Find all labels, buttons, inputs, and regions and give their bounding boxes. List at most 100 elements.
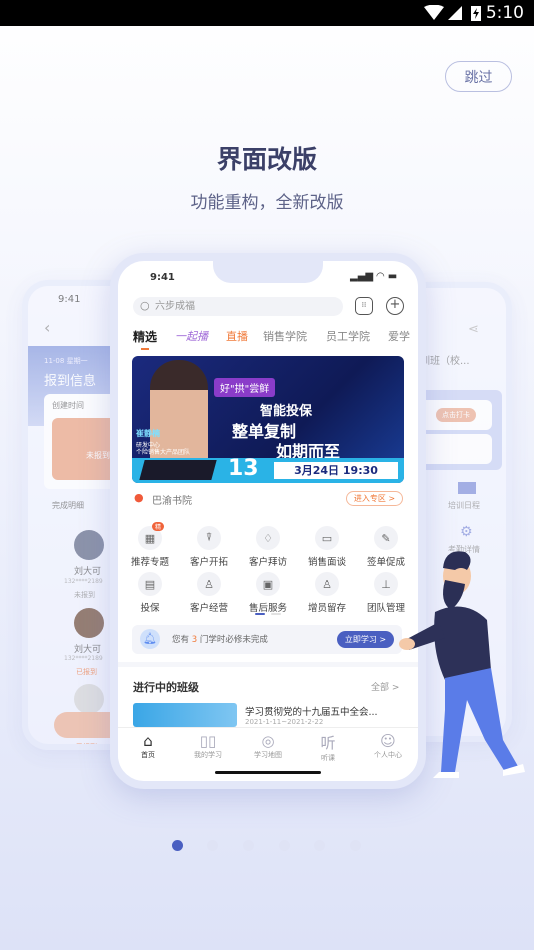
status-bar: 5:10 [0, 0, 534, 26]
search-input[interactable]: 六步成福 [133, 297, 343, 316]
scan-icon[interactable]: ⁞⁞ [355, 297, 373, 315]
wifi-signal-icon [424, 5, 462, 20]
section-divider [118, 662, 418, 667]
tab-bar-map[interactable]: ◎ 学习地图 [238, 732, 298, 760]
person-illustration [399, 551, 525, 778]
feature-label: 售后服务 [248, 603, 287, 614]
feature-label: 销售面谈 [307, 557, 346, 568]
tab-featured[interactable]: 精选 [133, 328, 157, 345]
tab-indicator [141, 348, 149, 350]
feature-user[interactable]: ♙ 客户经营 [180, 572, 238, 614]
details-label: 完成明细 [52, 501, 84, 510]
checkin-button: 点击打卡 [436, 408, 476, 422]
add-icon[interactable]: + [386, 297, 404, 315]
avatar [74, 608, 104, 638]
feature-add-user[interactable]: ♙ 增员留存 [298, 572, 356, 614]
pager-dot[interactable] [207, 840, 218, 851]
person-status: 未报到 [74, 591, 95, 599]
calendar-icon [458, 482, 476, 494]
feature-tie[interactable]: ⍒ 客户开拓 [180, 526, 238, 568]
presenter-name: 崔静楠 [136, 429, 160, 438]
skip-button[interactable]: 跳过 [445, 61, 512, 92]
tab-live-together[interactable]: 一起播 [175, 328, 208, 344]
tab-bar-label: 我的学习 [194, 751, 222, 759]
feature-label: 客户拜访 [248, 557, 287, 568]
notice-prefix: 您有 [172, 635, 190, 645]
pager-dot-active[interactable] [172, 840, 183, 851]
grid-icon: ▦ 精 [138, 522, 165, 550]
promo-banner[interactable]: 好"拱"尝鲜 智能投保 整单复制 如期而至 崔静楠 研发中心 个险销售大产品团队… [132, 356, 404, 483]
pager-dot[interactable] [279, 840, 290, 851]
person-name: 刘大可 [74, 645, 102, 655]
battery-charging-icon [471, 6, 481, 21]
phone-status-icons: ▂▄▆ ◠ ▬ [350, 271, 398, 282]
academy-name: 巴渝书院 [152, 496, 192, 507]
banner-episode-number: 13 [228, 456, 259, 481]
created-label: 创建时间 [52, 401, 84, 410]
tab-bar-listen[interactable]: 听听课 [298, 732, 358, 763]
user-icon: ♙ [197, 572, 221, 596]
feature-label: 投保 [140, 603, 160, 614]
pager-dot[interactable] [350, 840, 361, 851]
avatar [74, 530, 104, 560]
tab-staff-academy[interactable]: 员工学院 [326, 328, 370, 344]
home-icon: ⌂ [143, 732, 153, 750]
class-title[interactable]: 学习贯彻党的十九届五中全会... [245, 704, 378, 718]
tab-bar-book[interactable]: ▯▯ 我的学习 [178, 732, 238, 760]
presenter-team: 个险销售大产品团队 [136, 449, 191, 456]
enter-zone-button[interactable]: 进入专区 > [346, 491, 403, 506]
grid-pager-active [255, 613, 265, 615]
schedule-label: 培训日程 [448, 501, 480, 510]
notice-bar: 🔔︎ 您有 3 门学时必修未完成 立即学习 > [132, 625, 402, 654]
location-pin-icon: ● [134, 491, 144, 504]
tab-sales-academy[interactable]: 销售学院 [263, 328, 307, 344]
class-title: 训班（校... [420, 356, 470, 367]
phone-time: 9:41 [150, 272, 175, 283]
handshake-icon: ♢ [256, 526, 280, 550]
search-icon: ○ [140, 299, 150, 312]
phone-notch [213, 261, 323, 283]
tab-bar-label: 首页 [141, 751, 155, 759]
classes-heading: 进行中的班级 [133, 681, 199, 694]
feature-document[interactable]: ▤ 投保 [121, 572, 179, 614]
tab-love-learning[interactable]: 爱学 [388, 328, 410, 344]
preview-time: 9:41 [58, 294, 81, 305]
document-icon: ▤ [138, 572, 162, 596]
service-icon: ▣ [256, 572, 280, 596]
pager-dot[interactable] [314, 840, 325, 851]
back-icon: ‹ [44, 318, 51, 337]
class-date: 2021-1-11~2021-2-22 [245, 718, 324, 726]
main-phone-preview: 9:41 ▂▄▆ ◠ ▬ 六步成福 ○ ⁞⁞ + 精选 一起播 直播 销售学院 … [110, 253, 426, 789]
page-subtitle: 功能重构，全新改版 [190, 193, 344, 213]
book-icon: ▯▯ [199, 732, 217, 750]
study-now-button[interactable]: 立即学习 > [337, 631, 394, 648]
person-phone: 132****2189 [64, 655, 103, 662]
feature-grid[interactable]: ▦ 精推荐专题 [121, 522, 179, 568]
share-icon: ⋖ [468, 322, 479, 337]
person-status: 已报到 [76, 668, 97, 676]
banner-logo-block [139, 460, 217, 480]
gear-icon: ⚙ [460, 524, 473, 540]
status-time: 5:10 [485, 3, 524, 23]
avatar [74, 684, 104, 714]
home-indicator [215, 771, 321, 774]
feature-service[interactable]: ▣ 售后服务 [239, 572, 297, 614]
badge: 精 [152, 522, 165, 531]
chat-icon: ▭ [315, 526, 339, 550]
banner-line1: 智能投保 [260, 404, 313, 419]
notice-count: 3 [191, 635, 198, 645]
feature-label: 客户开拓 [189, 557, 228, 568]
tab-live[interactable]: 直播 [226, 328, 248, 344]
feature-label: 客户经营 [189, 603, 228, 614]
bell-icon: 🔔︎ [140, 629, 160, 649]
feature-chat[interactable]: ▭ 销售面谈 [298, 526, 356, 568]
person-name: 刘大可 [74, 567, 102, 577]
banner-date: 3月24日 19:30 [274, 462, 398, 479]
feature-handshake[interactable]: ♢ 客户拜访 [239, 526, 297, 568]
notice-text: 您有 3 门学时必修未完成 [172, 633, 268, 645]
pager-dot[interactable] [243, 840, 254, 851]
listen-icon: 听 [320, 734, 336, 752]
class-thumbnail[interactable] [133, 703, 237, 727]
tab-bar-home[interactable]: ⌂ 首页 [118, 732, 178, 760]
map-icon: ◎ [261, 732, 275, 750]
